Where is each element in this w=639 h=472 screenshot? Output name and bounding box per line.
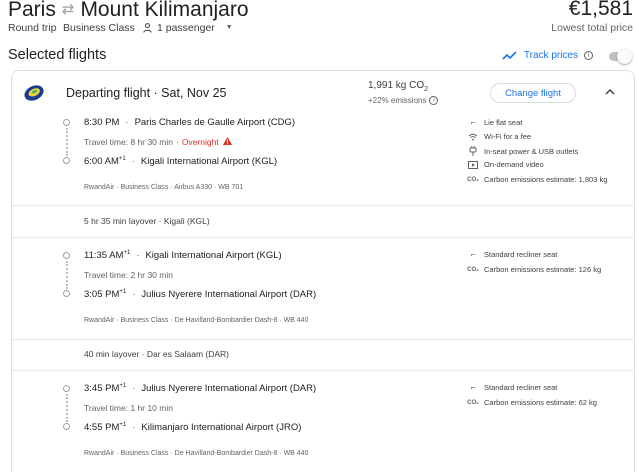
- info-icon[interactable]: i: [584, 51, 593, 60]
- amenity-item: CO₂ Carbon emissions estimate: 1,803 kg: [467, 175, 608, 184]
- divider: [12, 205, 635, 206]
- co2-icon: CO₂: [467, 266, 479, 273]
- wifi-icon: [468, 133, 478, 141]
- co2-total: 1,991 kg CO2: [368, 80, 429, 93]
- arrival-airport: Kilimanjaro International Airport (JRO): [141, 422, 302, 434]
- emissions-delta: +22% emissions i: [368, 96, 439, 105]
- departure-dot: [63, 252, 70, 259]
- caret-down-icon: ▼: [225, 23, 233, 31]
- info-icon[interactable]: i: [429, 96, 439, 105]
- seat-icon: ⌐: [470, 250, 476, 259]
- rwandair-logo-icon: [24, 85, 44, 101]
- section-title: Selected flights: [8, 47, 107, 63]
- separator-dot: ·: [54, 22, 58, 34]
- departure-airport: Julius Nyerere International Airport (DA…: [141, 383, 317, 395]
- departure-time: 11:35 AM+1 · Kigali International Airport …: [84, 250, 282, 262]
- amenity-item: On-demand video: [468, 160, 544, 169]
- swap-arrows-icon: ⇄: [61, 1, 75, 18]
- amenity-item: CO₂ Carbon emissions estimate: 126 kg: [467, 265, 602, 274]
- arrival-airport: Kigali International Airport (KGL): [140, 156, 278, 168]
- travel-time: Travel time: 2 hr 30 min: [84, 270, 173, 280]
- amenity-item: In-seat power & USB outlets: [468, 146, 578, 156]
- layover-info: 40 min layover · Dar es Salaam (DAR): [84, 349, 230, 359]
- travel-time: Travel time: 1 hr 10 min: [84, 403, 173, 413]
- arrival-dot: [63, 290, 70, 297]
- departure-airport: Paris Charles de Gaulle Airport (CDG): [134, 117, 296, 128]
- divider: [12, 370, 635, 371]
- price-note: Lowest total price: [551, 22, 633, 34]
- departure-time: 3:45 PM+1 · Julius Nyerere International A…: [84, 383, 317, 395]
- co2-icon: CO₂: [467, 176, 479, 183]
- arrival-time: 6:00 AM+1 · Kigali International Airport (…: [84, 156, 278, 168]
- departing-flight-label: Departing flight · Sat, Nov 25: [66, 86, 227, 100]
- layover-info: 5 hr 35 min layover · Kigali (KGL): [84, 216, 210, 226]
- toggle-knob: [617, 49, 632, 64]
- departure-airport: Kigali International Airport (KGL): [145, 250, 282, 262]
- chevron-up-icon[interactable]: [605, 86, 615, 98]
- passenger-selector[interactable]: 1 passenger ▼: [143, 22, 233, 34]
- trip-type: Round trip: [8, 22, 57, 34]
- route-line: [66, 128, 68, 156]
- amenity-item: Wi-Fi for a fee: [468, 132, 531, 141]
- route-title: Paris ⇄ Mount Kilimanjaro: [8, 0, 249, 22]
- amenity-item: ⌐ Standard recliner seat: [468, 250, 558, 259]
- origin-city: Paris: [8, 0, 56, 21]
- divider: [12, 237, 635, 238]
- cabin-class: Business Class: [63, 22, 135, 34]
- person-icon: [143, 23, 152, 33]
- amenity-item: CO₂ Carbon emissions estimate: 62 kg: [467, 398, 597, 407]
- track-prices-link[interactable]: Track prices i: [502, 50, 593, 61]
- arrival-time: 3:05 PM+1 · Julius Nyerere International A…: [84, 289, 317, 301]
- flight-meta: RwandAir · Business Class · De Havilland…: [84, 450, 309, 457]
- amenity-item: ⌐ Standard recliner seat: [468, 383, 558, 392]
- departure-dot: [63, 119, 70, 126]
- warning-icon: [223, 137, 233, 145]
- arrival-dot: [63, 423, 70, 430]
- arrival-dot: [63, 157, 70, 164]
- travel-time: Travel time: 8 hr 30 min · Overnight: [84, 137, 233, 147]
- co2-icon: CO₂: [467, 399, 479, 406]
- seat-icon: ⌐: [470, 383, 476, 392]
- amenity-item: ⌐ Lie flat seat: [468, 118, 523, 127]
- divider: [12, 339, 635, 340]
- overnight-label: Overnight: [181, 137, 219, 147]
- total-price: €1,581: [568, 0, 633, 20]
- trend-icon: [502, 50, 517, 60]
- video-icon: [468, 160, 478, 169]
- flight-meta: RwandAir · Business Class · Airbus A330 …: [84, 184, 244, 191]
- track-prices-toggle[interactable]: [607, 49, 633, 64]
- passenger-count: 1 passenger: [157, 22, 215, 34]
- flight-meta: RwandAir · Business Class · De Havilland…: [84, 317, 309, 324]
- route-line: [66, 394, 68, 422]
- destination-city: Mount Kilimanjaro: [80, 0, 249, 21]
- arrival-time: 4:55 PM+1 · Kilimanjaro International Airp…: [84, 422, 302, 434]
- arrival-airport: Julius Nyerere International Airport (DA…: [141, 289, 317, 301]
- seat-icon: ⌐: [470, 118, 476, 127]
- power-icon: [468, 146, 478, 156]
- change-flight-button[interactable]: Change flight: [490, 83, 576, 103]
- route-line: [66, 261, 68, 289]
- departure-dot: [63, 385, 70, 392]
- track-prices-label: Track prices: [523, 50, 578, 61]
- departure-time: 8:30 PM · Paris Charles de Gaulle Airport …: [84, 117, 296, 128]
